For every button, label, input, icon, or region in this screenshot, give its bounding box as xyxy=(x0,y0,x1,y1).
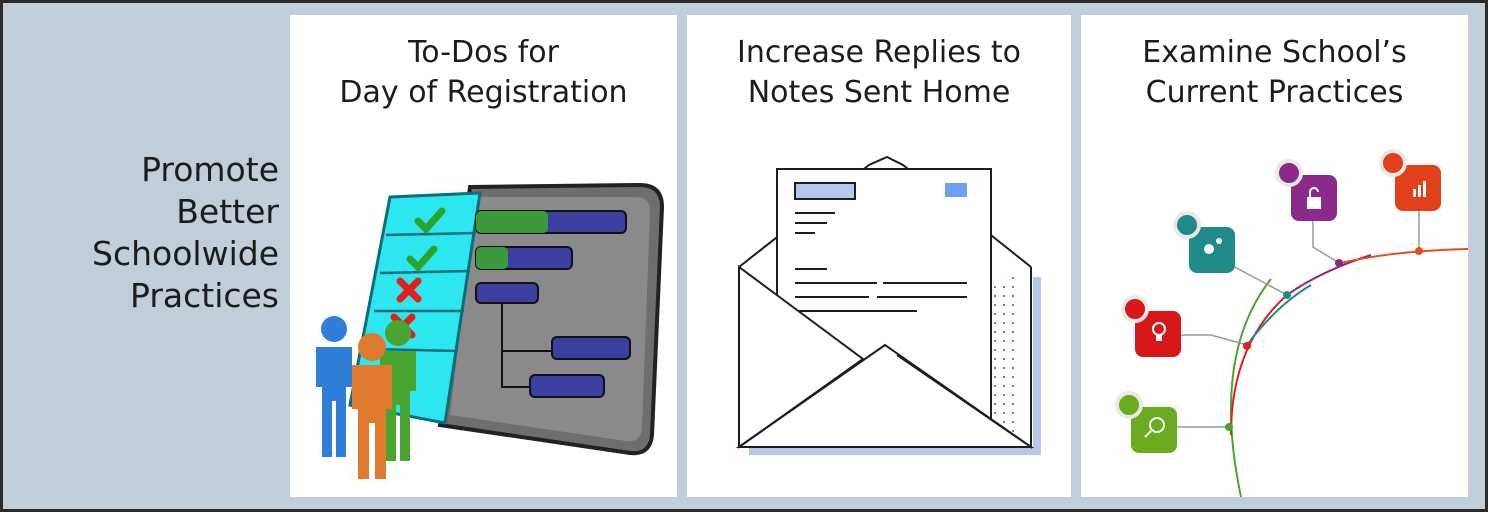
lock-icon xyxy=(1275,159,1337,221)
gantt-checklist-illustration xyxy=(316,182,665,479)
gears-icon xyxy=(1173,211,1235,273)
section-title-line: Schoolwide xyxy=(92,234,279,273)
lightbulb-icon xyxy=(1121,295,1181,357)
section-title-line: Better xyxy=(176,192,279,231)
people-icon xyxy=(316,316,416,479)
envelope-illustration xyxy=(735,155,1041,455)
timeline-icons-illustration xyxy=(1115,149,1468,497)
search-icon xyxy=(1115,391,1177,453)
section-title-line: Promote xyxy=(141,150,279,189)
bar-chart-icon xyxy=(1379,149,1441,211)
section-title-line: Practices xyxy=(130,276,279,315)
card-current-practices: Examine School’s Current Practices xyxy=(1081,15,1468,497)
infographic-frame: Promote Better Schoolwide Practices To-D… xyxy=(0,0,1488,512)
card-note-replies: Increase Replies to Notes Sent Home xyxy=(687,15,1071,497)
card-registration-todos: To-Dos for Day of Registration xyxy=(290,15,677,497)
section-title: Promote Better Schoolwide Practices xyxy=(43,149,279,317)
